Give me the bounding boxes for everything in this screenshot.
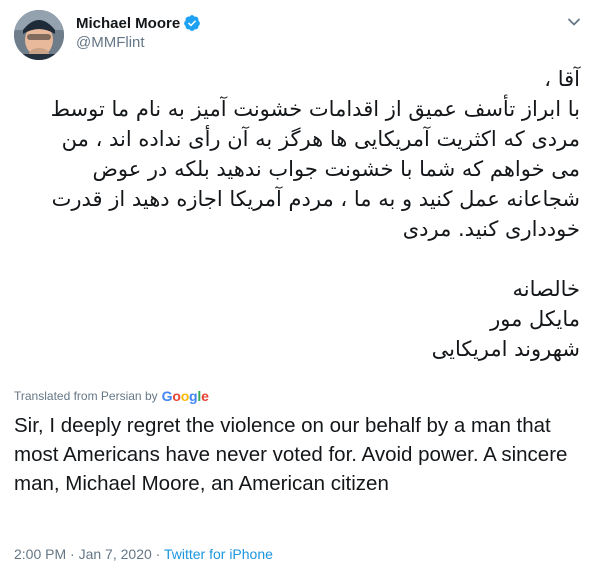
tweet-text: آقا ، با ابراز تأسف عمیق از اقدامات خشون… (14, 64, 580, 364)
display-name-row: Michael Moore (76, 13, 201, 33)
translation-attribution: Translated from Persian by Google (14, 388, 209, 404)
chevron-down-icon[interactable] (564, 12, 584, 32)
avatar[interactable] (14, 10, 64, 60)
translated-text: Sir, I deeply regret the violence on our… (14, 414, 568, 495)
tweet-time[interactable]: 2:00 PM (14, 546, 66, 562)
display-name[interactable]: Michael Moore (76, 15, 180, 32)
tweet-meta: 2:00 PM · Jan 7, 2020 · Twitter for iPho… (14, 546, 273, 562)
meta-separator: · (151, 546, 164, 562)
avatar-image (14, 10, 64, 60)
tweet-greeting: آقا ، (544, 67, 580, 91)
tweet-card: Michael Moore @MMFlint آقا ، با ابراز تأ… (0, 0, 598, 579)
tweet-source-link[interactable]: Twitter for iPhone (164, 546, 273, 562)
tweet-body: با ابراز تأسف عمیق از اقدامات خشونت آمیز… (50, 97, 580, 241)
google-logo-icon[interactable]: Google (162, 388, 209, 404)
author-info: Michael Moore @MMFlint (76, 13, 201, 54)
tweet-date[interactable]: Jan 7, 2020 (79, 546, 152, 562)
translated-label: Translated from Persian by (14, 389, 158, 403)
meta-separator: · (66, 546, 79, 562)
tweet-signoff: خالصانه مایکل مور شهروند امریکایی (431, 277, 580, 361)
verified-badge-icon (183, 14, 201, 32)
handle[interactable]: @MMFlint (76, 34, 201, 54)
